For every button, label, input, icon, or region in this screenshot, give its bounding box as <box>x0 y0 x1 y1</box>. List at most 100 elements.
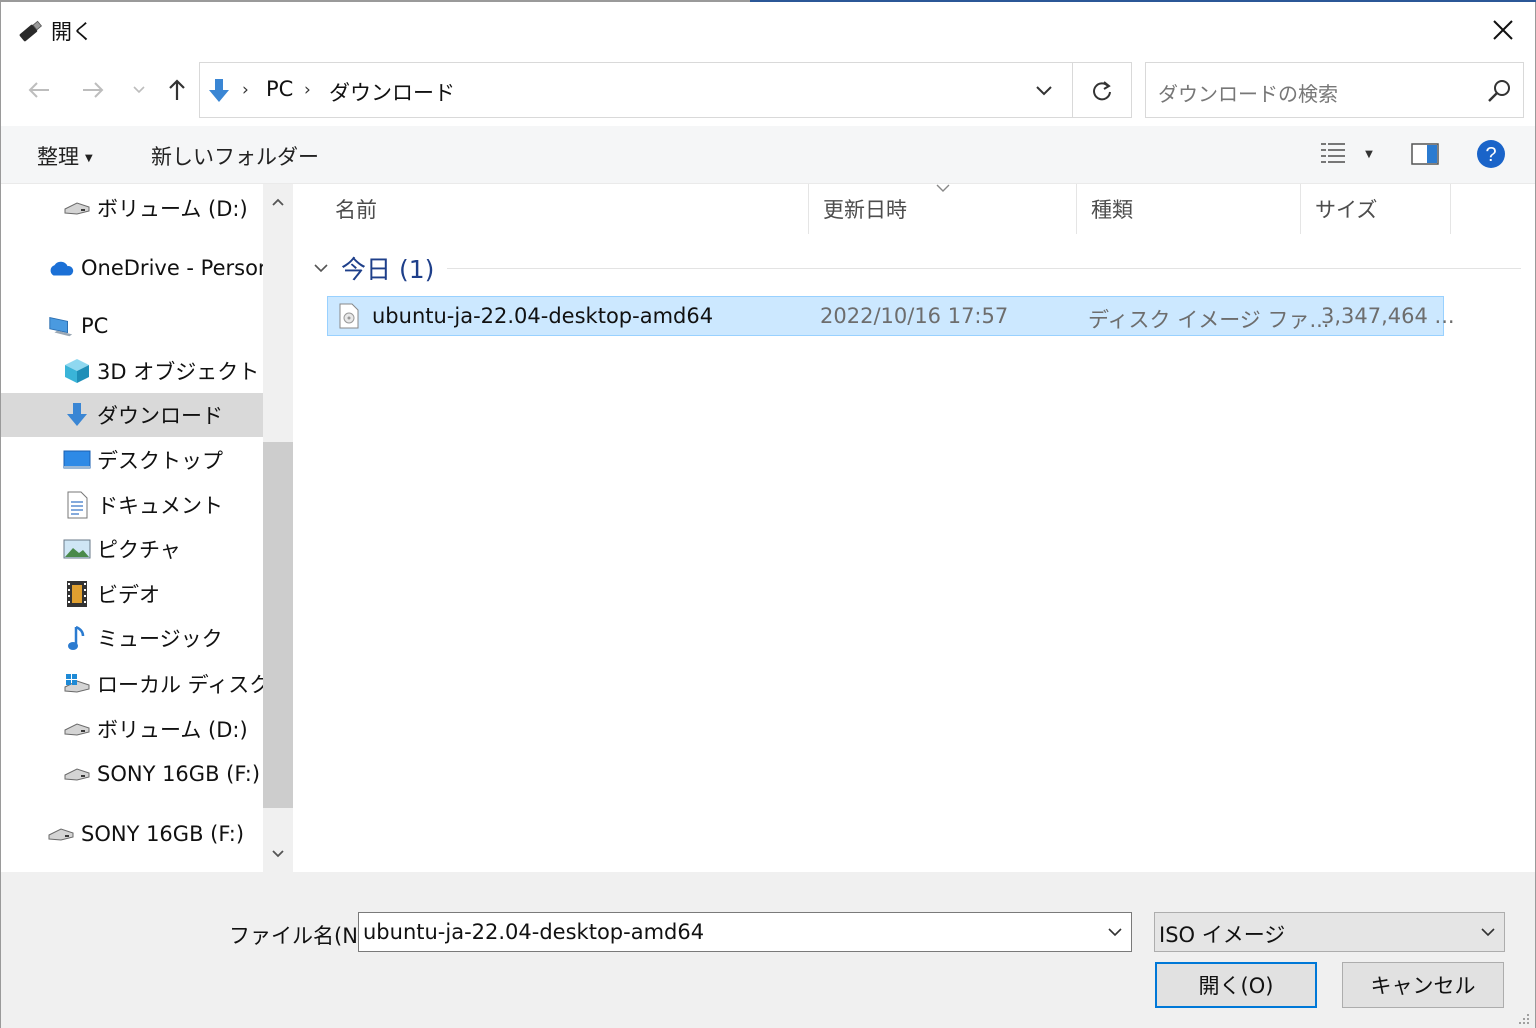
file-size: 3,347,464 ... <box>1321 304 1455 328</box>
breadcrumb-separator-icon: › <box>242 80 249 100</box>
address-divider <box>1072 63 1073 117</box>
drive-icon <box>63 760 91 788</box>
back-button[interactable] <box>23 74 55 106</box>
view-options-button[interactable] <box>1317 138 1349 170</box>
file-row[interactable]: ubuntu-ja-22.04-desktop-amd64 2022/10/16… <box>327 296 1455 336</box>
navigation-pane: ボリューム (D:) OneDrive - Persor PC 3D オブジェク… <box>1 184 293 872</box>
filetype-select[interactable]: ISO イメージ <box>1154 912 1505 952</box>
sidebar-item-videos[interactable]: ビデオ <box>1 572 263 616</box>
navigation-bar: › PC › ダウンロード ダウンロードの検索 <box>1 60 1535 122</box>
group-header-today[interactable]: 今日 (1) <box>313 250 434 286</box>
download-arrow-icon <box>63 401 91 429</box>
address-bar[interactable]: › PC › ダウンロード <box>199 62 1132 118</box>
drive-icon <box>63 715 91 743</box>
sidebar-item-volume-d-2[interactable]: ボリューム (D:) <box>1 707 263 751</box>
recent-locations-button[interactable] <box>123 74 155 106</box>
search-icon[interactable] <box>1485 77 1513 105</box>
scroll-up-button[interactable] <box>263 184 293 220</box>
breadcrumb-downloads[interactable]: ダウンロード <box>329 77 455 107</box>
group-divider <box>447 268 1521 269</box>
sidebar-item-label: ローカル ディスク (C: <box>97 673 263 697</box>
filename-history-button[interactable] <box>1101 917 1129 947</box>
download-arrow-icon <box>206 77 232 105</box>
chevron-down-icon <box>1036 86 1052 96</box>
sidebar-item-label: ミュージック <box>97 627 223 651</box>
forward-button[interactable] <box>77 74 109 106</box>
chevron-up-icon <box>272 198 284 206</box>
filename-label: ファイル名(N): <box>229 924 374 948</box>
resize-grip-icon[interactable] <box>1515 1010 1531 1026</box>
navigation-scrollbar[interactable] <box>263 184 293 872</box>
file-list: 名前 更新日時 種類 サイズ 今日 (1) ubuntu-ja-22.04-de… <box>299 184 1535 872</box>
filetype-dropdown-button[interactable] <box>1474 917 1502 947</box>
sidebar-item-label: ドキュメント <box>97 494 223 518</box>
column-header-type[interactable]: 種類 <box>1077 184 1301 234</box>
file-name: ubuntu-ja-22.04-desktop-amd64 <box>372 304 714 328</box>
organize-button[interactable]: 整理 ▼ <box>37 141 93 171</box>
disc-image-file-icon <box>338 303 360 333</box>
column-header-size[interactable]: サイズ <box>1301 184 1451 234</box>
sidebar-item-sony-f[interactable]: SONY 16GB (F:) <box>1 752 263 796</box>
file-modified: 2022/10/16 17:57 <box>820 304 1009 328</box>
breadcrumb-separator-icon[interactable]: › <box>304 80 311 100</box>
sidebar-item-local-disk-c[interactable]: ローカル ディスク (C: <box>1 662 263 706</box>
pc-icon <box>47 312 75 340</box>
desktop-icon <box>63 446 91 474</box>
new-folder-button[interactable]: 新しいフォルダー <box>151 141 319 171</box>
refresh-button[interactable] <box>1084 73 1120 109</box>
local-disk-icon <box>63 670 91 698</box>
scroll-down-button[interactable] <box>263 836 293 872</box>
sidebar-item-3d-objects[interactable]: 3D オブジェクト <box>1 349 263 393</box>
sidebar-item-label: PC <box>81 314 109 338</box>
sidebar-item-music[interactable]: ミュージック <box>1 616 263 660</box>
sidebar-item-label: ビデオ <box>97 583 160 607</box>
search-input[interactable]: ダウンロードの検索 <box>1145 62 1524 118</box>
cancel-button[interactable]: キャンセル <box>1342 962 1504 1008</box>
close-button[interactable] <box>1471 2 1535 58</box>
sidebar-item-label: ボリューム (D:) <box>97 197 248 221</box>
title-bar: 開く <box>1 2 1535 60</box>
help-button[interactable]: ? <box>1475 138 1507 170</box>
close-icon <box>1493 20 1513 40</box>
sidebar-item-desktop[interactable]: デスクトップ <box>1 438 263 482</box>
sidebar-item-label: デスクトップ <box>97 449 223 473</box>
column-header-name[interactable]: 名前 <box>321 184 809 234</box>
back-arrow-icon <box>28 82 49 98</box>
usb-drive-icon <box>15 16 45 46</box>
breadcrumb-pc[interactable]: PC <box>266 77 293 101</box>
refresh-icon <box>1093 81 1111 101</box>
filetype-value: ISO イメージ <box>1159 923 1286 947</box>
sidebar-item-label: SONY 16GB (F:) <box>97 762 261 786</box>
sidebar-item-volume-d[interactable]: ボリューム (D:) <box>1 186 263 230</box>
sidebar-item-documents[interactable]: ドキュメント <box>1 483 263 527</box>
command-toolbar: 整理 ▼ 新しいフォルダー ▼ ? <box>1 126 1535 184</box>
open-file-dialog: 開く › PC › ダウンロード ダウンロードの検索 整理 ▼ 新しいフォルダー… <box>0 0 1536 1028</box>
sidebar-item-pc[interactable]: PC <box>1 304 263 348</box>
view-options-dropdown[interactable]: ▼ <box>1353 138 1385 170</box>
pictures-icon <box>63 535 91 563</box>
address-history-button[interactable] <box>1026 75 1062 107</box>
sidebar-item-sony-f-root[interactable]: SONY 16GB (F:) <box>1 812 263 856</box>
column-header-modified[interactable]: 更新日時 <box>809 184 1077 234</box>
sidebar-item-downloads[interactable]: ダウンロード <box>1 393 263 437</box>
chevron-down-icon <box>272 850 284 858</box>
up-button[interactable] <box>161 74 193 106</box>
scroll-thumb[interactable] <box>263 442 293 808</box>
preview-pane-button[interactable] <box>1409 138 1441 170</box>
svg-text:?: ? <box>1485 144 1496 166</box>
open-button[interactable]: 開く(O) <box>1155 962 1317 1008</box>
preview-pane-icon <box>1411 143 1439 165</box>
forward-arrow-icon <box>83 82 104 98</box>
sidebar-item-label: 3D オブジェクト <box>97 360 260 384</box>
organize-label: 整理 <box>37 145 79 169</box>
filename-input[interactable]: ubuntu-ja-22.04-desktop-amd64 <box>358 912 1132 952</box>
sidebar-item-label: SONY 16GB (F:) <box>81 822 245 846</box>
file-type: ディスク イメージ ファ... <box>1088 308 1330 332</box>
sidebar-item-pictures[interactable]: ピクチャ <box>1 527 263 571</box>
sidebar-item-onedrive[interactable]: OneDrive - Persor <box>1 246 263 290</box>
up-arrow-icon <box>169 79 185 100</box>
dialog-footer: ファイル名(N): ubuntu-ja-22.04-desktop-amd64 … <box>1 872 1535 1028</box>
3d-objects-icon <box>63 357 91 385</box>
chevron-down-icon <box>1481 928 1495 937</box>
sidebar-item-label: ピクチャ <box>97 538 181 562</box>
